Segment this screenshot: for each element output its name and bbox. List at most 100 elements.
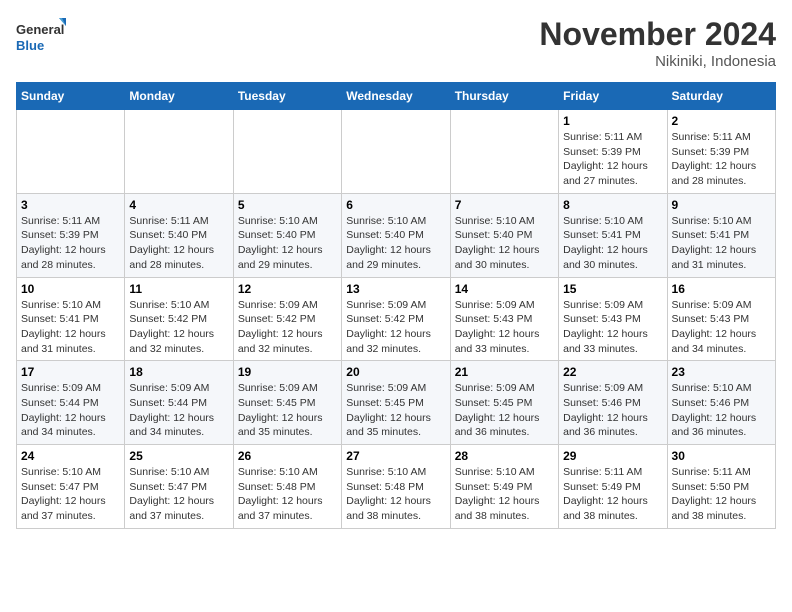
week-row-1: 1 Sunrise: 5:11 AM Sunset: 5:39 PM Daylig… (17, 110, 776, 194)
title-block: November 2024 Nikiniki, Indonesia (539, 16, 776, 70)
day-number: 26 (238, 449, 337, 463)
day-number: 23 (672, 365, 771, 379)
day-info: Sunrise: 5:11 AM Sunset: 5:39 PM Dayligh… (563, 130, 662, 189)
day-info: Sunrise: 5:09 AM Sunset: 5:43 PM Dayligh… (455, 298, 554, 357)
day-cell-26: 26 Sunrise: 5:10 AM Sunset: 5:48 PM Dayli… (233, 445, 341, 529)
weekday-header-saturday: Saturday (667, 83, 775, 110)
day-info: Sunrise: 5:10 AM Sunset: 5:41 PM Dayligh… (672, 214, 771, 273)
location: Nikiniki, Indonesia (539, 53, 776, 70)
day-number: 22 (563, 365, 662, 379)
day-number: 29 (563, 449, 662, 463)
day-info: Sunrise: 5:09 AM Sunset: 5:43 PM Dayligh… (563, 298, 662, 357)
svg-text:Blue: Blue (16, 38, 44, 53)
day-number: 13 (346, 282, 445, 296)
day-number: 19 (238, 365, 337, 379)
day-info: Sunrise: 5:11 AM Sunset: 5:39 PM Dayligh… (672, 130, 771, 189)
day-cell-4: 4Sunrise: 5:11 AM Sunset: 5:40 PM Daylig… (125, 193, 233, 277)
day-info: Sunrise: 5:09 AM Sunset: 5:43 PM Dayligh… (672, 298, 771, 357)
empty-cell (233, 110, 341, 194)
weekday-header-monday: Monday (125, 83, 233, 110)
day-cell-9: 9 Sunrise: 5:10 AM Sunset: 5:41 PM Daylig… (667, 193, 775, 277)
day-number: 5 (238, 198, 337, 212)
day-cell-27: 27Sunrise: 5:10 AM Sunset: 5:48 PM Dayli… (342, 445, 450, 529)
day-info: Sunrise: 5:09 AM Sunset: 5:46 PM Dayligh… (563, 381, 662, 440)
day-info: Sunrise: 5:09 AM Sunset: 5:42 PM Dayligh… (346, 298, 445, 357)
day-number: 24 (21, 449, 120, 463)
day-number: 8 (563, 198, 662, 212)
weekday-header-thursday: Thursday (450, 83, 558, 110)
day-cell-16: 16 Sunrise: 5:09 AM Sunset: 5:43 PM Dayli… (667, 277, 775, 361)
day-cell-1: 1 Sunrise: 5:11 AM Sunset: 5:39 PM Daylig… (559, 110, 667, 194)
day-number: 9 (672, 198, 771, 212)
day-info: Sunrise: 5:10 AM Sunset: 5:40 PM Dayligh… (238, 214, 337, 273)
day-info: Sunrise: 5:10 AM Sunset: 5:48 PM Dayligh… (238, 465, 337, 524)
day-cell-19: 19 Sunrise: 5:09 AM Sunset: 5:45 PM Dayli… (233, 361, 341, 445)
day-info: Sunrise: 5:09 AM Sunset: 5:45 PM Dayligh… (346, 381, 445, 440)
day-cell-24: 24Sunrise: 5:10 AM Sunset: 5:47 PM Dayli… (17, 445, 125, 529)
day-cell-2: 2 Sunrise: 5:11 AM Sunset: 5:39 PM Daylig… (667, 110, 775, 194)
day-number: 28 (455, 449, 554, 463)
empty-cell (342, 110, 450, 194)
day-cell-28: 28 Sunrise: 5:10 AM Sunset: 5:49 PM Dayli… (450, 445, 558, 529)
day-cell-14: 14 Sunrise: 5:09 AM Sunset: 5:43 PM Dayli… (450, 277, 558, 361)
day-cell-11: 11 Sunrise: 5:10 AM Sunset: 5:42 PM Dayli… (125, 277, 233, 361)
day-number: 10 (21, 282, 120, 296)
day-cell-17: 17 Sunrise: 5:09 AM Sunset: 5:44 PM Dayli… (17, 361, 125, 445)
day-cell-13: 13 Sunrise: 5:09 AM Sunset: 5:42 PM Dayli… (342, 277, 450, 361)
day-info: Sunrise: 5:10 AM Sunset: 5:47 PM Dayligh… (129, 465, 228, 524)
day-cell-15: 15Sunrise: 5:09 AM Sunset: 5:43 PM Dayli… (559, 277, 667, 361)
day-number: 16 (672, 282, 771, 296)
day-number: 7 (455, 198, 554, 212)
day-info: Sunrise: 5:09 AM Sunset: 5:45 PM Dayligh… (455, 381, 554, 440)
day-info: Sunrise: 5:11 AM Sunset: 5:49 PM Dayligh… (563, 465, 662, 524)
week-row-4: 17 Sunrise: 5:09 AM Sunset: 5:44 PM Dayli… (17, 361, 776, 445)
day-number: 21 (455, 365, 554, 379)
svg-text:General: General (16, 22, 64, 37)
day-number: 3 (21, 198, 120, 212)
empty-cell (125, 110, 233, 194)
empty-cell (17, 110, 125, 194)
day-info: Sunrise: 5:10 AM Sunset: 5:46 PM Dayligh… (672, 381, 771, 440)
week-row-5: 24 Sunrise: 5:10 AM Sunset: 5:47 PM Dayli… (17, 445, 776, 529)
week-row-3: 10 Sunrise: 5:10 AM Sunset: 5:41 PM Dayli… (17, 277, 776, 361)
day-number: 25 (129, 449, 228, 463)
day-number: 17 (21, 365, 120, 379)
day-number: 14 (455, 282, 554, 296)
day-cell-6: 6Sunrise: 5:10 AM Sunset: 5:40 PM Daylig… (342, 193, 450, 277)
weekday-header-friday: Friday (559, 83, 667, 110)
weekday-header-wednesday: Wednesday (342, 83, 450, 110)
page-header: General Blue November 2024 Nikiniki, Ind… (16, 16, 776, 70)
day-info: Sunrise: 5:10 AM Sunset: 5:41 PM Dayligh… (563, 214, 662, 273)
day-cell-20: 20Sunrise: 5:09 AM Sunset: 5:45 PM Dayli… (342, 361, 450, 445)
day-info: Sunrise: 5:10 AM Sunset: 5:49 PM Dayligh… (455, 465, 554, 524)
day-cell-22: 22 Sunrise: 5:09 AM Sunset: 5:46 PM Dayli… (559, 361, 667, 445)
day-cell-3: 3Sunrise: 5:11 AM Sunset: 5:39 PM Daylig… (17, 193, 125, 277)
day-cell-10: 10 Sunrise: 5:10 AM Sunset: 5:41 PM Dayli… (17, 277, 125, 361)
day-number: 30 (672, 449, 771, 463)
day-info: Sunrise: 5:09 AM Sunset: 5:45 PM Dayligh… (238, 381, 337, 440)
calendar-table: SundayMondayTuesdayWednesdayThursdayFrid… (16, 82, 776, 529)
day-number: 1 (563, 114, 662, 128)
weekday-header-row: SundayMondayTuesdayWednesdayThursdayFrid… (17, 83, 776, 110)
day-info: Sunrise: 5:09 AM Sunset: 5:44 PM Dayligh… (21, 381, 120, 440)
day-cell-12: 12Sunrise: 5:09 AM Sunset: 5:42 PM Dayli… (233, 277, 341, 361)
day-info: Sunrise: 5:09 AM Sunset: 5:44 PM Dayligh… (129, 381, 228, 440)
day-cell-5: 5 Sunrise: 5:10 AM Sunset: 5:40 PM Daylig… (233, 193, 341, 277)
day-info: Sunrise: 5:10 AM Sunset: 5:42 PM Dayligh… (129, 298, 228, 357)
empty-cell (450, 110, 558, 194)
day-info: Sunrise: 5:11 AM Sunset: 5:50 PM Dayligh… (672, 465, 771, 524)
day-number: 27 (346, 449, 445, 463)
day-info: Sunrise: 5:10 AM Sunset: 5:41 PM Dayligh… (21, 298, 120, 357)
logo-svg: General Blue (16, 16, 66, 58)
month-title: November 2024 (539, 16, 776, 53)
day-cell-25: 25 Sunrise: 5:10 AM Sunset: 5:47 PM Dayli… (125, 445, 233, 529)
logo: General Blue (16, 16, 66, 58)
day-cell-21: 21 Sunrise: 5:09 AM Sunset: 5:45 PM Dayli… (450, 361, 558, 445)
day-cell-30: 30 Sunrise: 5:11 AM Sunset: 5:50 PM Dayli… (667, 445, 775, 529)
day-number: 18 (129, 365, 228, 379)
week-row-2: 3Sunrise: 5:11 AM Sunset: 5:39 PM Daylig… (17, 193, 776, 277)
day-cell-23: 23 Sunrise: 5:10 AM Sunset: 5:46 PM Dayli… (667, 361, 775, 445)
day-cell-8: 8 Sunrise: 5:10 AM Sunset: 5:41 PM Daylig… (559, 193, 667, 277)
day-number: 11 (129, 282, 228, 296)
day-number: 2 (672, 114, 771, 128)
